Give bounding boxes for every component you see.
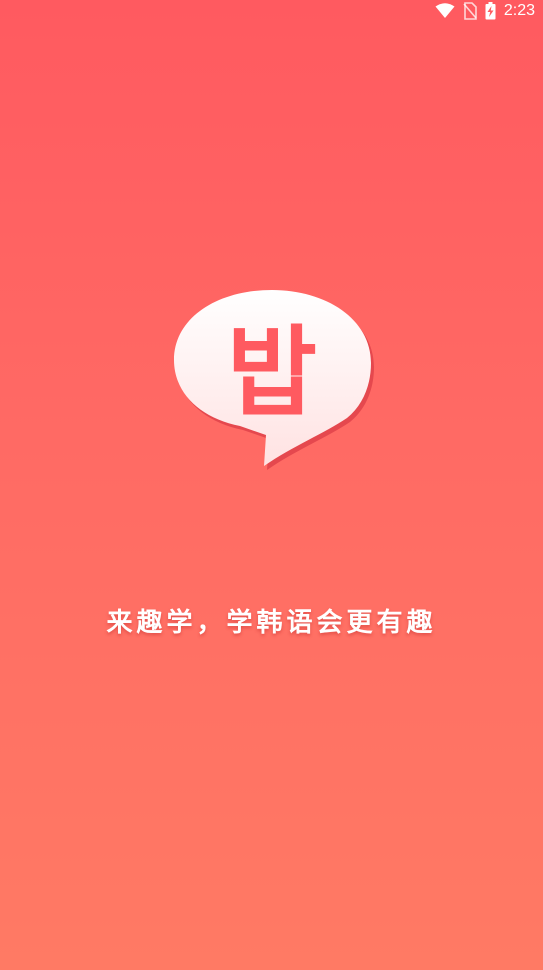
wifi-icon	[435, 3, 455, 19]
slogan-text: 来趣学，学韩语会更有趣	[106, 608, 437, 638]
status-bar: 2:23	[0, 0, 543, 22]
no-sim-icon	[463, 2, 477, 20]
status-time: 2:23	[503, 2, 535, 19]
logo-glyph: 밥	[227, 316, 317, 430]
battery-charging-icon	[485, 2, 496, 20]
app-logo: 밥	[170, 283, 375, 473]
